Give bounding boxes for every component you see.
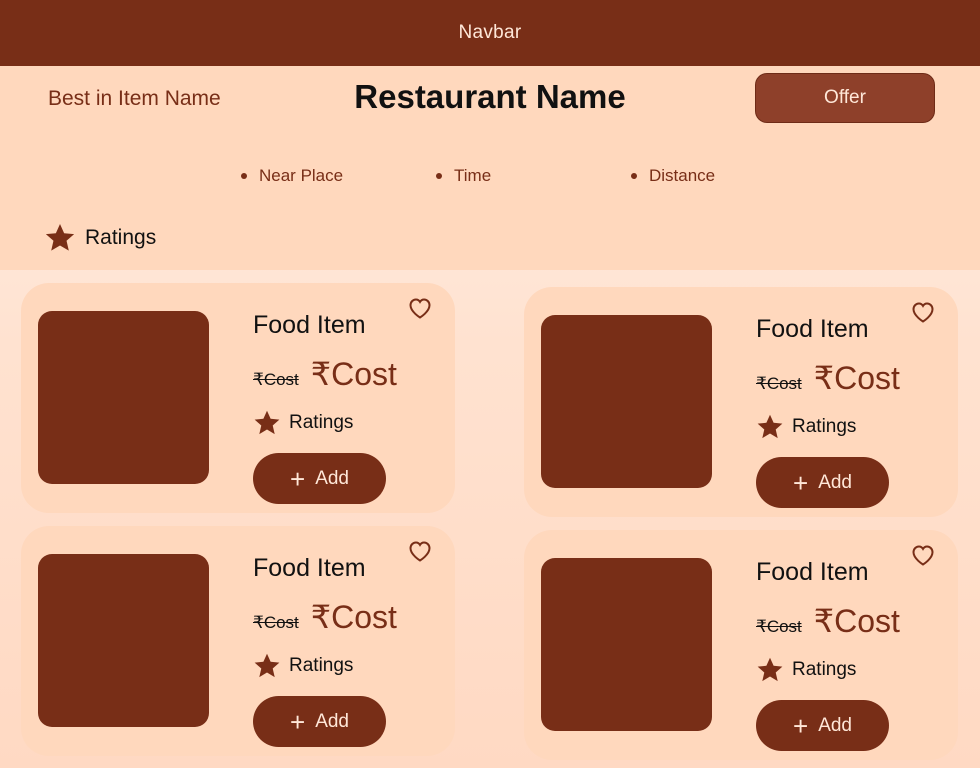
bullet-icon <box>436 173 442 179</box>
star-icon <box>253 652 281 680</box>
food-card[interactable]: Food Item ₹Cost ₹Cost Ratings + Add <box>524 287 958 517</box>
discounted-price: ₹Cost <box>813 360 900 396</box>
plus-icon: + <box>290 463 306 494</box>
food-card[interactable]: Food Item ₹Cost ₹Cost Ratings + Add <box>524 530 958 760</box>
original-price: ₹Cost <box>253 613 299 632</box>
price-row: ₹Cost ₹Cost <box>253 355 397 393</box>
navbar: Navbar <box>0 0 980 66</box>
plus-icon: + <box>290 706 306 737</box>
meta-near-place: Near Place <box>241 166 343 186</box>
food-image <box>38 311 209 484</box>
meta-label: Time <box>454 166 492 185</box>
heart-icon[interactable] <box>408 540 432 567</box>
heart-icon[interactable] <box>408 297 432 324</box>
discounted-price: ₹Cost <box>310 599 397 635</box>
meta-time: Time <box>436 166 491 186</box>
original-price: ₹Cost <box>253 370 299 389</box>
discounted-price: ₹Cost <box>310 356 397 392</box>
add-label: Add <box>315 467 349 489</box>
rating-label: Ratings <box>792 416 857 437</box>
bullet-icon <box>241 173 247 179</box>
meta-label: Near Place <box>259 166 344 185</box>
star-icon <box>253 409 281 437</box>
restaurant-header: Best in Item Name Restaurant Name Offer … <box>0 66 980 270</box>
add-button[interactable]: + Add <box>253 696 386 747</box>
food-rating: Ratings <box>253 409 353 437</box>
star-icon <box>44 222 76 254</box>
best-in-label: Best in Item Name <box>48 87 221 110</box>
food-rating: Ratings <box>756 413 856 441</box>
add-label: Add <box>315 710 349 732</box>
price-row: ₹Cost ₹Cost <box>756 602 900 640</box>
restaurant-rating: Ratings <box>44 222 156 254</box>
rating-label: Ratings <box>289 412 354 433</box>
plus-icon: + <box>793 467 809 498</box>
meta-label: Distance <box>649 166 716 185</box>
original-price: ₹Cost <box>756 374 802 393</box>
meta-distance: Distance <box>631 166 715 186</box>
food-item-name: Food Item <box>253 311 366 339</box>
food-item-name: Food Item <box>253 554 366 582</box>
food-item-name: Food Item <box>756 558 869 586</box>
bullet-icon <box>631 173 637 179</box>
rating-label: Ratings <box>85 226 157 249</box>
offer-button[interactable]: Offer <box>755 73 935 123</box>
price-row: ₹Cost ₹Cost <box>756 359 900 397</box>
plus-icon: + <box>793 710 809 741</box>
add-button[interactable]: + Add <box>756 700 889 751</box>
original-price: ₹Cost <box>756 617 802 636</box>
food-rating: Ratings <box>756 656 856 684</box>
star-icon <box>756 413 784 441</box>
food-image <box>541 315 712 488</box>
discounted-price: ₹Cost <box>813 603 900 639</box>
price-row: ₹Cost ₹Cost <box>253 598 397 636</box>
rating-label: Ratings <box>792 659 857 680</box>
add-button[interactable]: + Add <box>756 457 889 508</box>
food-image <box>541 558 712 731</box>
food-image <box>38 554 209 727</box>
food-rating: Ratings <box>253 652 353 680</box>
star-icon <box>756 656 784 684</box>
heart-icon[interactable] <box>911 301 935 328</box>
navbar-title: Navbar <box>458 22 522 43</box>
rating-label: Ratings <box>289 655 354 676</box>
heart-icon[interactable] <box>911 544 935 571</box>
add-label: Add <box>818 714 852 736</box>
add-button[interactable]: + Add <box>253 453 386 504</box>
food-item-name: Food Item <box>756 315 869 343</box>
food-card[interactable]: Food Item ₹Cost ₹Cost Ratings + Add <box>21 283 455 513</box>
add-label: Add <box>818 471 852 493</box>
food-card[interactable]: Food Item ₹Cost ₹Cost Ratings + Add <box>21 526 455 756</box>
